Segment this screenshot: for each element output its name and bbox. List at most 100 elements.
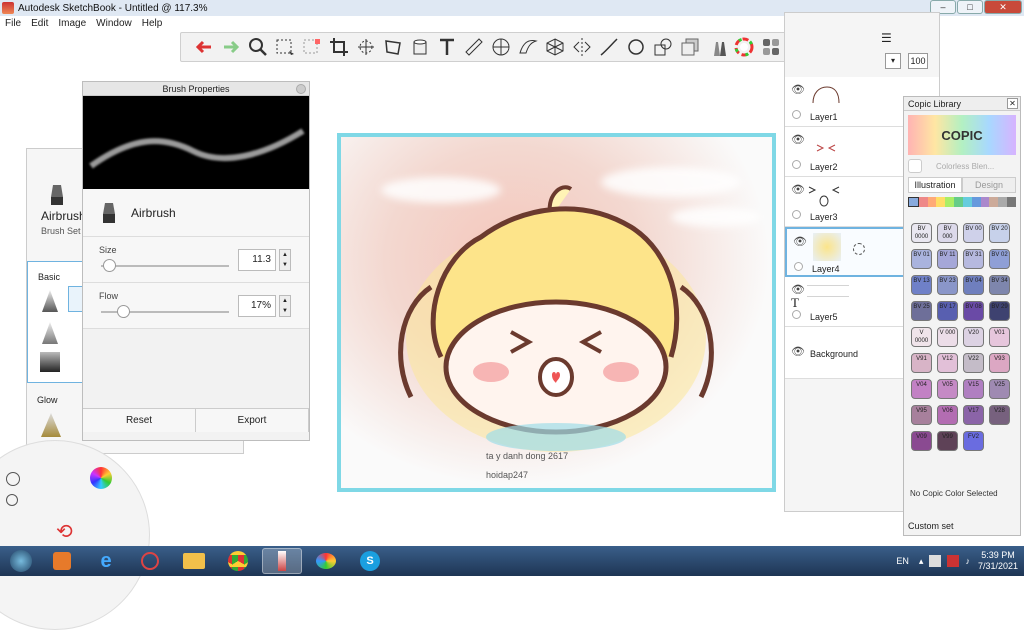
redo-icon[interactable] bbox=[218, 35, 243, 59]
copic-swatch[interactable]: V22 bbox=[963, 353, 984, 373]
family-swatch[interactable] bbox=[945, 197, 955, 207]
panel-close-icon[interactable] bbox=[296, 84, 306, 94]
chrome-icon[interactable] bbox=[218, 548, 258, 574]
copic-swatch[interactable]: BV 25 bbox=[911, 301, 932, 321]
size-value-field[interactable]: 11.3 bbox=[238, 249, 276, 271]
antivirus-icon[interactable] bbox=[947, 555, 960, 567]
pencil-icon[interactable] bbox=[42, 290, 58, 312]
skype-icon[interactable]: S bbox=[350, 548, 390, 574]
layer-menu-icon[interactable]: ☰ bbox=[881, 31, 892, 45]
color-wheel-icon[interactable] bbox=[731, 35, 756, 59]
zoom-icon[interactable] bbox=[245, 35, 270, 59]
blend-mode-dropdown[interactable]: ▾ bbox=[885, 53, 901, 69]
color-family-strip[interactable] bbox=[908, 197, 1016, 207]
copic-swatch[interactable]: FV2 bbox=[963, 431, 984, 451]
copic-swatch[interactable]: BV 08 bbox=[963, 301, 984, 321]
airbrush-icon[interactable] bbox=[47, 183, 67, 207]
transform-icon[interactable] bbox=[353, 35, 378, 59]
copic-swatch[interactable]: BV 11 bbox=[937, 249, 958, 269]
family-swatch[interactable] bbox=[954, 197, 963, 207]
copic-swatch[interactable]: BV 04 bbox=[963, 275, 984, 295]
menu-image[interactable]: Image bbox=[58, 18, 86, 29]
copic-swatch[interactable]: V15 bbox=[963, 379, 984, 399]
tray-chevron-icon[interactable]: ▴ bbox=[919, 556, 924, 567]
oval-icon[interactable] bbox=[623, 35, 648, 59]
colorless-swatch[interactable] bbox=[908, 159, 922, 173]
copic-swatch[interactable]: V25 bbox=[989, 379, 1010, 399]
copic-swatch[interactable]: BV 34 bbox=[989, 275, 1010, 295]
select-icon[interactable] bbox=[272, 35, 297, 59]
copic-swatch[interactable]: V06 bbox=[937, 405, 958, 425]
copic-swatch[interactable]: V17 bbox=[963, 405, 984, 425]
media-player-icon[interactable] bbox=[42, 548, 82, 574]
visibility-eye-icon[interactable]: 👁 bbox=[793, 235, 807, 248]
copic-swatch[interactable]: BV 23 bbox=[937, 275, 958, 295]
copic-swatch[interactable]: BV 01 bbox=[911, 249, 932, 269]
bucket-icon[interactable] bbox=[407, 35, 432, 59]
volume-icon[interactable]: ♪ bbox=[965, 556, 970, 566]
copic-swatch[interactable]: V05 bbox=[937, 379, 958, 399]
undo-icon[interactable]: ⟲ bbox=[56, 522, 82, 542]
flow-stepper[interactable]: ▲ ▼ bbox=[279, 295, 291, 317]
sketchbook-taskbar-icon[interactable] bbox=[262, 548, 302, 574]
copic-swatch[interactable]: BV 31 bbox=[963, 249, 984, 269]
size-slider-handle[interactable] bbox=[102, 259, 116, 272]
symmetry-icon[interactable] bbox=[569, 35, 594, 59]
visibility-eye-icon[interactable]: 👁 bbox=[791, 83, 805, 96]
layer-select-radio[interactable] bbox=[792, 310, 801, 319]
eraser-icon[interactable] bbox=[40, 352, 60, 372]
copic-swatch[interactable]: V20 bbox=[963, 327, 984, 347]
menu-file[interactable]: File bbox=[5, 18, 21, 29]
glow-brush-icon[interactable] bbox=[41, 413, 61, 437]
copic-swatch[interactable]: V01 bbox=[989, 327, 1010, 347]
network-icon[interactable] bbox=[929, 555, 942, 567]
flow-value-field[interactable]: 17% bbox=[238, 295, 276, 317]
flow-slider-handle[interactable] bbox=[116, 305, 130, 318]
copic-swatch[interactable]: BV 000 bbox=[937, 223, 958, 243]
layers-icon[interactable] bbox=[677, 35, 702, 59]
layer-lock-icon[interactable] bbox=[853, 243, 865, 255]
menu-window[interactable]: Window bbox=[96, 18, 132, 29]
family-swatch[interactable] bbox=[918, 197, 928, 207]
menu-edit[interactable]: Edit bbox=[31, 18, 48, 29]
copic-swatch[interactable]: V 000 bbox=[937, 327, 958, 347]
copic-swatch[interactable]: V91 bbox=[911, 353, 932, 373]
family-swatch[interactable] bbox=[936, 197, 946, 207]
size-stepper[interactable]: ▲ ▼ bbox=[279, 249, 291, 271]
family-swatch[interactable] bbox=[998, 197, 1008, 207]
clock[interactable]: 5:39 PM 7/31/2021 bbox=[978, 550, 1018, 572]
ruler-icon[interactable] bbox=[461, 35, 486, 59]
custom-set-label[interactable]: Custom set bbox=[908, 521, 954, 531]
reset-button[interactable]: Reset bbox=[83, 409, 196, 432]
perspective-icon[interactable] bbox=[542, 35, 567, 59]
family-swatch[interactable] bbox=[980, 197, 990, 207]
line-icon[interactable] bbox=[596, 35, 621, 59]
family-swatch[interactable] bbox=[971, 197, 981, 207]
family-swatch[interactable] bbox=[989, 197, 999, 207]
french-curve-icon[interactable] bbox=[515, 35, 540, 59]
copic-swatch[interactable]: BV 00 bbox=[963, 223, 984, 243]
ellipse-guide-icon[interactable] bbox=[488, 35, 513, 59]
puck-icon[interactable] bbox=[6, 494, 18, 506]
library-icon[interactable] bbox=[758, 35, 783, 59]
tab-illustration[interactable]: Illustration bbox=[908, 177, 962, 193]
copic-swatch[interactable]: V04 bbox=[911, 379, 932, 399]
copic-swatch[interactable]: V95 bbox=[911, 405, 932, 425]
family-swatch[interactable] bbox=[1007, 197, 1016, 207]
copic-swatch[interactable]: BV 02 bbox=[989, 249, 1010, 269]
text-icon[interactable] bbox=[434, 35, 459, 59]
family-swatch[interactable] bbox=[908, 197, 919, 207]
internet-explorer-icon[interactable]: e bbox=[86, 548, 126, 574]
lasso-icon[interactable] bbox=[299, 35, 324, 59]
copic-swatch[interactable]: BV 13 bbox=[911, 275, 932, 295]
brush-size-icon[interactable] bbox=[6, 472, 20, 486]
family-swatch[interactable] bbox=[962, 197, 972, 207]
drawing-canvas[interactable]: ta y danh dong 2617 hoidap247 bbox=[337, 133, 776, 492]
copic-swatch[interactable]: BV 0000 bbox=[911, 223, 932, 243]
close-icon[interactable]: ✕ bbox=[984, 0, 1022, 14]
copic-swatch[interactable]: BV 29 bbox=[989, 301, 1010, 321]
visibility-eye-icon[interactable]: 👁 bbox=[791, 345, 805, 358]
copic-swatch[interactable]: V09 bbox=[911, 431, 932, 451]
visibility-eye-icon[interactable]: 👁 bbox=[791, 133, 805, 146]
language-indicator[interactable]: EN bbox=[896, 556, 909, 566]
